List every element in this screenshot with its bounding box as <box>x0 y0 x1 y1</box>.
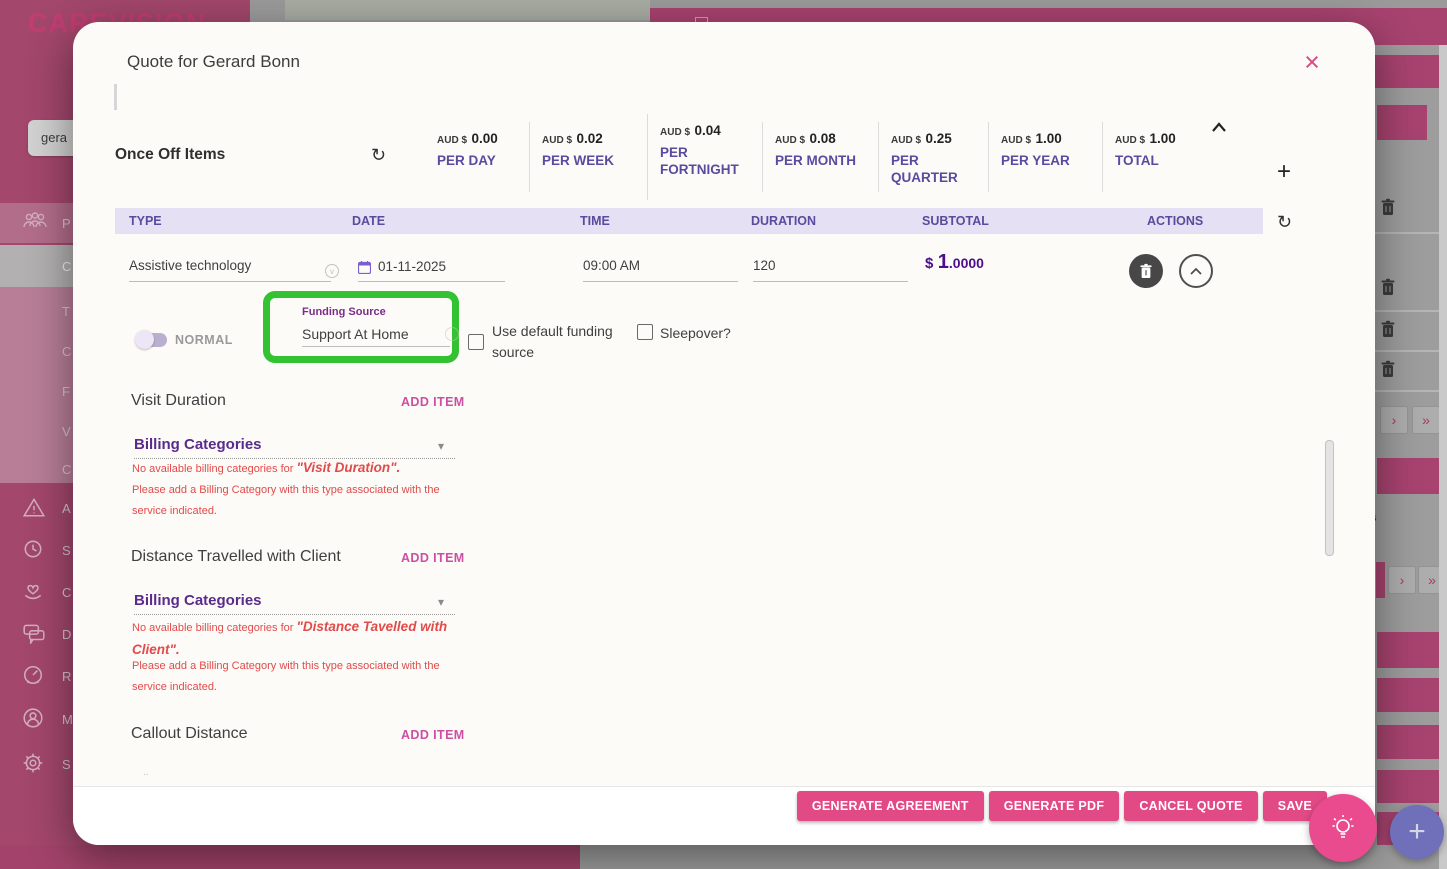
quote-modal: Quote for Gerard Bonn × Once Off Items ↻… <box>73 22 1375 845</box>
billing-error-line2: Please add a Billing Category with this … <box>132 484 440 496</box>
application-window: CAREVISION gera P C T C F V C A S C D <box>0 0 1447 869</box>
section-title-visit-duration: Visit Duration <box>131 392 226 409</box>
quote-table-header: TYPE DATE TIME DURATION SUBTOTAL ACTIONS <box>115 208 1263 234</box>
background-button <box>1377 725 1447 759</box>
date-value: 01-11-2025 <box>378 259 447 274</box>
people-group-icon <box>22 211 48 235</box>
close-icon[interactable]: × <box>1295 46 1329 80</box>
background-button <box>1377 632 1447 668</box>
col-header-type: TYPE <box>129 214 162 228</box>
pagination-next-button[interactable]: › <box>1380 406 1408 434</box>
help-lightbulb-button[interactable] <box>1309 794 1377 862</box>
care-hands-icon <box>22 580 48 604</box>
billing-error-quote: No available billing categories for "Dis… <box>132 619 448 657</box>
billing-error-line1: No available billing categories for "Vis… <box>132 460 401 475</box>
use-default-funding-checkbox[interactable] <box>468 334 484 350</box>
type-dropdown-icon[interactable]: v <box>325 264 339 278</box>
once-off-items-label: Once Off Items <box>115 146 226 163</box>
pagination-last-button[interactable]: » <box>1412 406 1440 434</box>
pagination-next-button[interactable]: › <box>1388 566 1416 594</box>
generate-pdf-button[interactable]: GENERATE PDF <box>988 791 1120 821</box>
col-header-time: TIME <box>580 214 610 228</box>
mode-label: NORMAL <box>175 333 233 347</box>
caret-down-icon[interactable]: ▾ <box>438 595 444 609</box>
page-scrollbar[interactable] <box>1439 45 1447 869</box>
text-cursor <box>114 84 117 110</box>
add-floating-button[interactable]: + <box>1390 805 1444 859</box>
dropdown-underline <box>134 458 455 459</box>
duration-field[interactable]: 120 <box>753 258 908 282</box>
time-field[interactable]: 09:00 AM <box>583 258 738 282</box>
total-per-day: AUD $ 0.00 PER DAY <box>437 131 498 168</box>
billing-error-line2: Please add a Billing Category with this … <box>132 660 440 672</box>
bottom-bar <box>0 845 580 869</box>
funding-source-field[interactable]: Support At Home <box>302 326 409 342</box>
gear-icon <box>22 752 48 776</box>
warning-triangle-icon <box>22 496 48 520</box>
col-header-subtotal: SUBTOTAL <box>922 214 989 228</box>
trash-icon[interactable] <box>1380 360 1396 383</box>
trash-icon[interactable] <box>1380 278 1396 301</box>
section-title-distance-travelled: Distance Travelled with Client <box>131 548 341 565</box>
cancel-quote-button[interactable]: CANCEL QUOTE <box>1124 791 1258 821</box>
refresh-icon[interactable]: ↻ <box>371 145 386 166</box>
dropdown-underline <box>134 614 455 615</box>
background-button <box>1376 562 1385 598</box>
billing-error-line3: service indicated. <box>132 681 217 693</box>
refresh-icon[interactable]: ↻ <box>1277 212 1292 233</box>
delete-row-button[interactable] <box>1129 254 1163 288</box>
type-field[interactable]: Assistive technology <box>129 258 331 282</box>
billing-categories-dropdown[interactable]: Billing Categories <box>134 436 262 453</box>
modal-scrollbar-thumb[interactable] <box>1325 440 1334 556</box>
billing-error-line3: service indicated. <box>132 505 217 517</box>
sleepover-checkbox[interactable] <box>637 324 653 340</box>
background-button <box>1377 105 1427 140</box>
person-circle-icon <box>22 707 48 731</box>
total-per-year: AUD $ 1.00 PER YEAR <box>988 122 1102 192</box>
total-per-fortnight: AUD $ 0.04 PER FORTNIGHT <box>647 114 742 200</box>
col-header-duration: DURATION <box>751 214 817 228</box>
calendar-icon <box>357 261 372 275</box>
footer-button-row: GENERATE AGREEMENT GENERATE PDF CANCEL Q… <box>73 791 1327 821</box>
funding-source-underline <box>302 346 450 347</box>
lightbulb-icon <box>1332 815 1354 838</box>
date-field[interactable]: 01-11-2025 <box>357 258 505 282</box>
add-item-button[interactable]: ADD ITEM <box>401 395 465 409</box>
col-header-actions: ACTIONS <box>1147 214 1204 228</box>
collapse-row-button[interactable] <box>1179 254 1213 288</box>
add-item-button[interactable]: ADD ITEM <box>401 728 465 742</box>
trash-icon[interactable] <box>1380 198 1396 221</box>
chat-bubbles-icon <box>22 622 48 646</box>
modal-title: Quote for Gerard Bonn <box>127 52 300 71</box>
funding-source-label: Funding Source <box>302 306 386 318</box>
gauge-icon <box>22 664 48 688</box>
trash-icon[interactable] <box>1380 320 1396 343</box>
background-button <box>1377 678 1447 712</box>
col-header-date: DATE <box>352 214 386 228</box>
background-button <box>1377 770 1447 803</box>
history-clock-icon <box>22 538 48 562</box>
collapse-chevron-icon[interactable] <box>1211 120 1227 138</box>
mode-toggle[interactable] <box>135 330 167 349</box>
add-once-off-item-icon[interactable]: + <box>1277 158 1291 186</box>
total-overall: AUD $ 1.00 TOTAL <box>1102 122 1202 192</box>
funding-dropdown-icon[interactable] <box>445 327 459 341</box>
truncated-dropdown: .. <box>143 767 149 778</box>
background-button <box>1377 458 1447 494</box>
billing-categories-dropdown[interactable]: Billing Categories <box>134 592 262 609</box>
total-per-quarter: AUD $ 0.25 PER QUARTER <box>878 122 988 192</box>
subtotal-value: $ 1.0000 <box>925 251 984 273</box>
background-table-header <box>285 0 650 20</box>
total-per-week: AUD $ 0.02 PER WEEK <box>529 122 647 192</box>
add-item-button[interactable]: ADD ITEM <box>401 551 465 565</box>
use-default-funding-label: Use default funding source <box>492 323 613 360</box>
total-per-month: AUD $ 0.08 PER MONTH <box>762 122 878 192</box>
sleepover-label: Sleepover? <box>660 325 731 341</box>
generate-agreement-button[interactable]: GENERATE AGREEMENT <box>796 791 984 821</box>
background-row <box>1375 55 1447 88</box>
caret-down-icon[interactable]: ▾ <box>438 439 444 453</box>
toggle-knob <box>135 330 154 349</box>
section-title-callout-distance: Callout Distance <box>131 725 248 742</box>
